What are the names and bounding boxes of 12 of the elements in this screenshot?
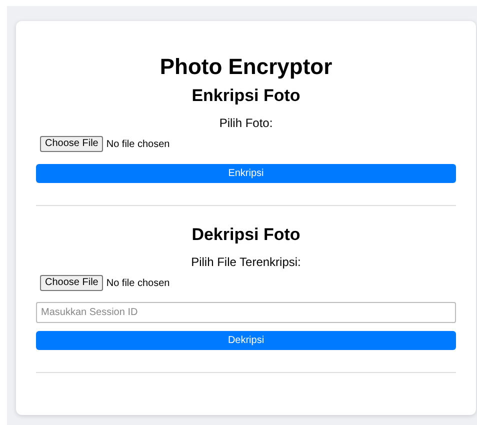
field-label: Pilih File Terenkripsi: (190, 254, 302, 270)
section-heading: Enkripsi Foto (190, 85, 302, 107)
file-status: No file chosen (106, 276, 170, 290)
file-status: No file chosen (106, 138, 170, 152)
app-title: Photo Encryptor (158, 53, 334, 81)
decrypt-button[interactable]: Dekripsi (36, 331, 456, 350)
section-heading: Dekripsi Foto (190, 224, 302, 246)
field-label: Pilih Foto: (218, 115, 274, 131)
session-id-field[interactable]: Masukkan Session ID (36, 302, 456, 323)
encrypt-button[interactable]: Enkripsi (36, 164, 456, 183)
choose-file-button[interactable]: Choose File (40, 136, 104, 152)
choose-file-button[interactable]: Choose File (40, 275, 104, 291)
